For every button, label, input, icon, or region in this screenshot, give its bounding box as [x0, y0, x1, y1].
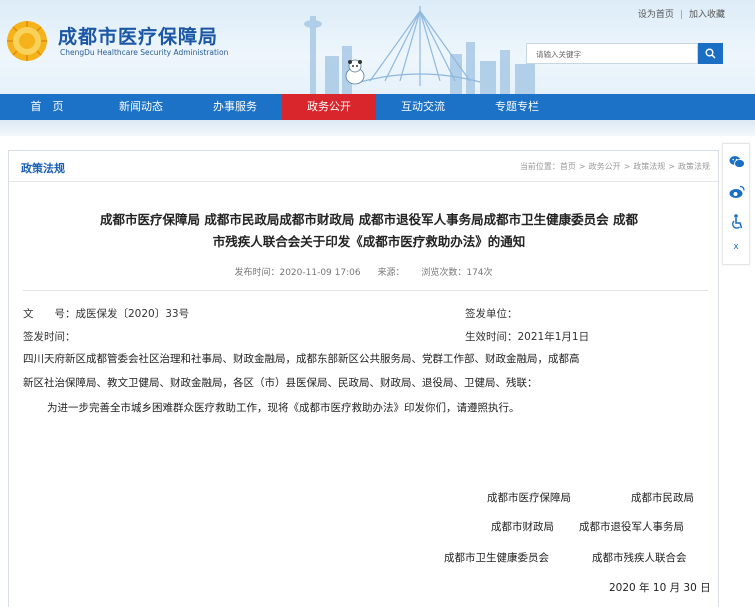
- accessibility-icon: [731, 214, 743, 229]
- signature-civil-affairs: 成都市民政局: [631, 492, 694, 504]
- nav-services[interactable]: 办事服务: [188, 94, 282, 120]
- share-wechat-button[interactable]: [729, 154, 745, 170]
- doc-number: 文 号：成医保发〔2020〕33号: [23, 308, 190, 320]
- sign-date: 签发时间：: [23, 331, 76, 343]
- signature-disabled-federation: 成都市残疾人联合会: [592, 552, 687, 564]
- section-title: 政策法规: [21, 162, 65, 175]
- search-button[interactable]: [698, 43, 723, 64]
- article-panel: 政策法规 当前位置：首页 > 政务公开 > 政策法规 > 政策法规 成都市医疗保障局 成都市…: [8, 150, 719, 607]
- publish-time: 发布时间：2020-11-09 17:06: [234, 268, 361, 278]
- decorative-band: [0, 120, 755, 136]
- breadcrumb-prefix: 当前位置：: [519, 162, 560, 171]
- site-logo-icon: [7, 21, 47, 61]
- recipients-line-1: 四川天府新区成都管委会社区治理和社事局、财政金融局，成都东部新区公共服务局、党群…: [23, 353, 580, 365]
- article-title-line-2: 市残疾人联合会关于印发《成都市医疗救助办法》的通知: [212, 234, 526, 249]
- body-paragraph: 为进一步完善全市城乡困难群众医疗救助工作，现将《成都市医疗救助办法》印发你们，请…: [47, 402, 520, 414]
- top-links: 设为首页 | 加入收藏: [638, 7, 725, 20]
- breadcrumb-current[interactable]: 政策法规: [678, 162, 710, 171]
- breadcrumb-policies[interactable]: 政策法规: [633, 162, 665, 171]
- search-input[interactable]: 请输入关键字: [526, 43, 698, 64]
- nav-news[interactable]: 新闻动态: [94, 94, 188, 120]
- section-header: 政策法规 当前位置：首页 > 政务公开 > 政策法规 > 政策法规: [9, 151, 718, 182]
- divider: [23, 290, 708, 291]
- effective-date: 生效时间：2021年1月1日: [465, 331, 590, 343]
- site-subtitle: ChengDu Healthcare Security Administrati…: [60, 48, 229, 57]
- share-rail: x: [722, 143, 750, 265]
- wechat-icon: [729, 156, 745, 168]
- article-title-line-1: 成都市医疗保障局 成都市民政局成都市财政局 成都市退役军人事务局成都市卫生健康委…: [99, 212, 639, 227]
- accessibility-button[interactable]: [729, 214, 745, 230]
- nav-special-topics[interactable]: 专题专栏: [470, 94, 564, 120]
- recipients-line-2: 新区社治保障局、教文卫健局、财政金融局，各区（市）县医保局、民政局、财政局、退役…: [23, 377, 538, 389]
- view-count: 浏览次数：174次: [421, 268, 493, 278]
- main-nav: 首 页 新闻动态 办事服务 政务公开 互动交流 专题专栏: [0, 94, 755, 120]
- nav-interaction[interactable]: 互动交流: [376, 94, 470, 120]
- source: 来源：: [377, 268, 405, 278]
- document-date: 2020 年 10 月 30 日: [609, 582, 711, 594]
- signature-medical-security: 成都市医疗保障局: [487, 492, 571, 504]
- breadcrumb: 当前位置：首页 > 政务公开 > 政策法规 > 政策法规: [519, 162, 710, 171]
- breadcrumb-home[interactable]: 首页: [560, 162, 576, 171]
- share-weibo-button[interactable]: [729, 184, 745, 200]
- signature-health: 成都市卫生健康委员会: [444, 552, 549, 564]
- article-title: 成都市医疗保障局 成都市民政局成都市财政局 成都市退役军人事务局成都市卫生健康委…: [49, 209, 689, 253]
- nav-home[interactable]: 首 页: [0, 94, 94, 120]
- signature-veterans: 成都市退役军人事务局: [579, 521, 684, 533]
- nav-gov-affairs[interactable]: 政务公开: [282, 94, 376, 120]
- site-title: 成都市医疗保障局: [58, 26, 219, 48]
- site-header: 成都市医疗保障局 ChengDu Healthcare Security Adm…: [0, 0, 755, 94]
- add-favorite-link[interactable]: 加入收藏: [689, 10, 725, 20]
- issuing-unit: 签发单位：: [465, 308, 518, 320]
- weibo-icon: [729, 185, 745, 198]
- set-homepage-link[interactable]: 设为首页: [638, 10, 674, 20]
- article-meta: 发布时间：2020-11-09 17:06 来源： 浏览次数：174次: [9, 265, 718, 278]
- signature-finance: 成都市财政局: [491, 521, 554, 533]
- divider: |: [679, 10, 683, 20]
- close-rail-button[interactable]: x: [723, 242, 749, 252]
- breadcrumb-gov-affairs[interactable]: 政务公开: [589, 162, 621, 171]
- city-skyline-illustration: [304, 6, 535, 94]
- search-icon: [705, 48, 716, 59]
